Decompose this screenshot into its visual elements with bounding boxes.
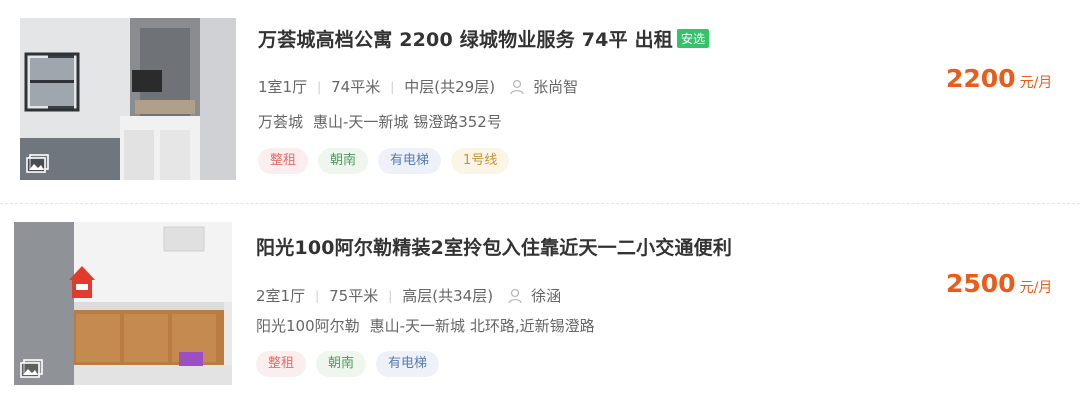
listing-title-text: 阳光100阿尔勒精装2室拎包入住靠近天一二小交通便利	[256, 237, 733, 259]
price-unit: 元/月	[1019, 280, 1053, 296]
room-floor: 高层(共34层)	[402, 287, 494, 305]
listing-title-text: 万荟城高档公寓 2200 绿城物业服务 74平 出租	[258, 29, 673, 51]
gallery-icon	[26, 154, 49, 173]
tag-orientation: 朝南	[316, 351, 367, 377]
listing-price: 2200 元/月	[946, 64, 1052, 93]
tag-metro-line: 1号线	[451, 148, 510, 174]
room-layout: 2室1厅	[256, 287, 306, 305]
district-location: 惠山-天一新城 北环路,近新锡澄路	[369, 317, 595, 335]
tag-list: 整租 朝南 有电梯	[256, 351, 440, 377]
tag-elevator: 有电梯	[376, 351, 440, 377]
separator: |	[388, 288, 393, 303]
district-location: 惠山-天一新城 锡澄路352号	[313, 113, 502, 131]
listing-info: 1室1厅 | 74平米 | 中层(共29层) 张尚智	[258, 76, 578, 97]
separator: |	[315, 288, 320, 303]
separator: |	[317, 79, 322, 94]
listing-card[interactable]: 阳光100阿尔勒精装2室拎包入住靠近天一二小交通便利 2室1厅 | 75平米 |…	[0, 205, 1080, 403]
agent-name[interactable]: 张尚智	[533, 76, 578, 97]
room-layout: 1室1厅	[258, 78, 308, 96]
listing-title[interactable]: 阳光100阿尔勒精装2室拎包入住靠近天一二小交通便利	[256, 233, 732, 260]
listing-address: 万荟城 惠山-天一新城 锡澄路352号	[258, 111, 502, 132]
tag-orientation: 朝南	[318, 148, 369, 174]
listing-card[interactable]: 万荟城高档公寓 2200 绿城物业服务 74平 出租 安选 1室1厅 | 74平米…	[0, 0, 1080, 203]
tag-rent-type: 整租	[258, 148, 309, 174]
room-floor: 中层(共29层)	[404, 78, 496, 96]
separator: |	[390, 79, 395, 94]
listing-title[interactable]: 万荟城高档公寓 2200 绿城物业服务 74平 出租 安选	[258, 25, 710, 52]
listing-divider	[0, 203, 1080, 204]
listing-info: 2室1厅 | 75平米 | 高层(共34层) 徐涵	[256, 285, 561, 306]
user-icon	[510, 79, 524, 94]
listing-price: 2500 元/月	[946, 269, 1052, 298]
tag-elevator: 有电梯	[378, 148, 442, 174]
listing-photo[interactable]	[20, 18, 236, 180]
apartment-photo	[14, 222, 232, 385]
apartment-photo	[20, 18, 236, 180]
price-amount: 2500	[946, 269, 1016, 298]
tag-rent-type: 整租	[256, 351, 307, 377]
room-area: 75平米	[329, 287, 379, 305]
tag-list: 整租 朝南 有电梯 1号线	[258, 148, 510, 174]
agent-name[interactable]: 徐涵	[531, 285, 561, 306]
verified-badge: 安选	[676, 29, 710, 48]
community-name[interactable]: 万荟城	[258, 113, 303, 131]
user-icon	[508, 288, 522, 303]
community-name[interactable]: 阳光100阿尔勒	[256, 317, 360, 335]
price-unit: 元/月	[1019, 75, 1053, 91]
gallery-icon	[20, 359, 43, 378]
room-area: 74平米	[331, 78, 381, 96]
listing-address: 阳光100阿尔勒 惠山-天一新城 北环路,近新锡澄路	[256, 315, 595, 336]
price-amount: 2200	[946, 64, 1016, 93]
listing-photo[interactable]	[14, 222, 232, 385]
